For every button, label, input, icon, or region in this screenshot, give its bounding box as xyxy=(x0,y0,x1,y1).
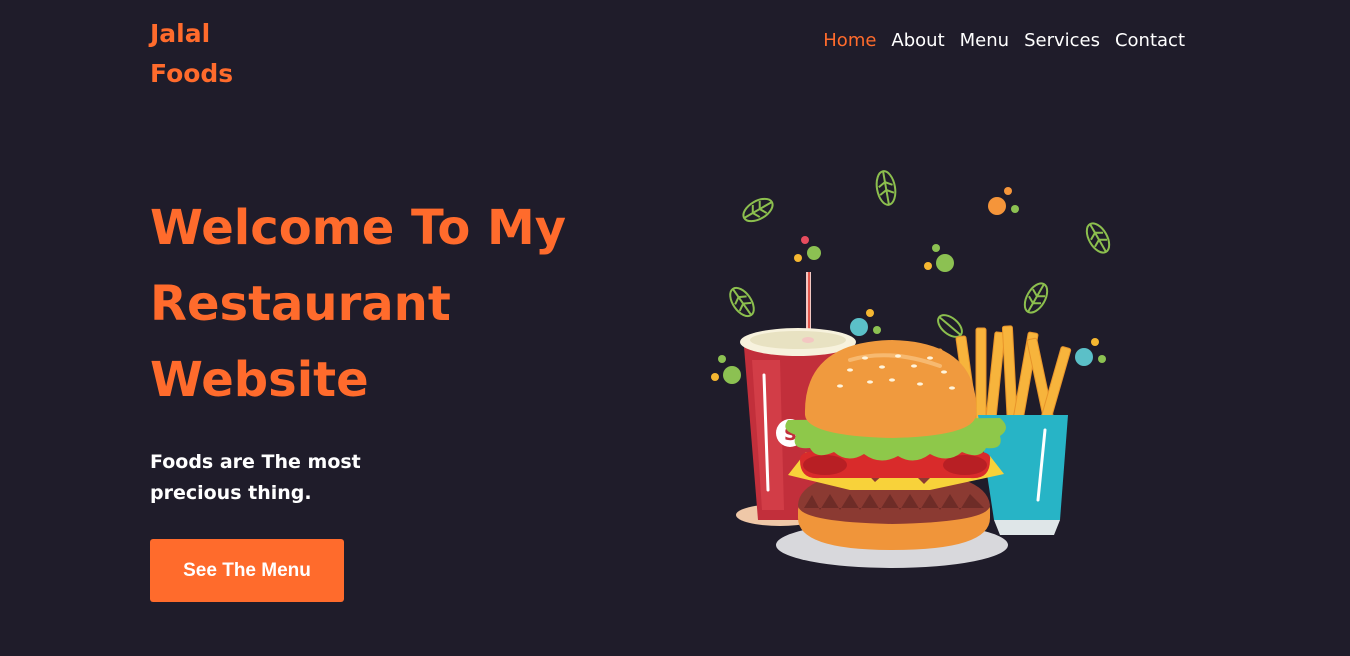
see-menu-button[interactable]: See The Menu xyxy=(150,539,344,602)
nav-item-home[interactable]: Home xyxy=(823,30,876,51)
nav-item-menu[interactable]: Menu xyxy=(960,30,1009,51)
nav-item-services[interactable]: Services xyxy=(1024,30,1100,51)
burger-fries-drink-illustration: S xyxy=(711,170,1111,568)
burger-icon xyxy=(785,340,1006,550)
hero-tagline: Foods are The most precious thing. xyxy=(150,451,361,504)
main-nav: Home About Menu Services Contact xyxy=(823,30,1185,51)
nav-item-contact[interactable]: Contact xyxy=(1115,30,1185,51)
hero-title: Welcome To My Restaurant Website xyxy=(150,200,567,408)
nav-item-about[interactable]: About xyxy=(891,30,944,51)
brand-logo[interactable]: Jalal Foods xyxy=(150,14,270,94)
page: Jalal Foods Home About Menu Services Con… xyxy=(0,0,1350,656)
